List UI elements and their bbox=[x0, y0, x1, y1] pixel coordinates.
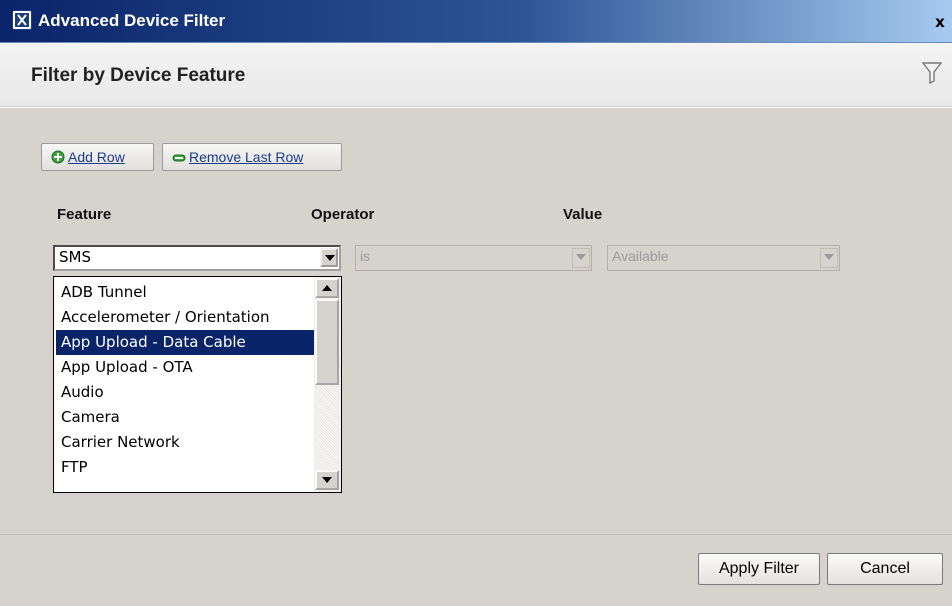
add-icon bbox=[51, 150, 65, 164]
window-title: Advanced Device Filter bbox=[38, 11, 226, 30]
operator-select-value: is bbox=[360, 248, 371, 264]
list-item[interactable]: Carrier Network bbox=[56, 430, 314, 455]
scroll-down-icon[interactable] bbox=[315, 470, 339, 490]
list-item[interactable]: FTP bbox=[56, 455, 314, 480]
value-column-header: Value bbox=[563, 206, 603, 223]
scroll-up-icon[interactable] bbox=[315, 278, 339, 298]
app-logo-icon bbox=[12, 10, 32, 30]
cancel-label: Cancel bbox=[860, 560, 910, 577]
add-row-button[interactable]: Add Row bbox=[41, 143, 154, 171]
dialog-body: Add Row Remove Last Row Feature Operator… bbox=[0, 108, 952, 606]
dropdown-arrow-icon bbox=[820, 248, 838, 268]
feature-select[interactable]: SMS bbox=[53, 245, 341, 271]
add-row-label: Add Row bbox=[68, 149, 125, 165]
list-item[interactable]: App Upload - OTA bbox=[56, 355, 314, 380]
operator-select: is bbox=[355, 245, 592, 271]
list-item[interactable]: Audio bbox=[56, 380, 314, 405]
list-item[interactable]: Camera bbox=[56, 405, 314, 430]
value-select-value: Available bbox=[612, 248, 669, 264]
operator-column-header: Operator bbox=[311, 206, 375, 223]
funnel-icon bbox=[922, 62, 942, 85]
remove-last-row-button[interactable]: Remove Last Row bbox=[162, 143, 342, 171]
feature-column-header: Feature bbox=[57, 206, 112, 223]
title-bar: Advanced Device Filter x bbox=[0, 0, 952, 43]
list-item[interactable]: Accelerometer / Orientation bbox=[56, 305, 314, 330]
apply-filter-button[interactable]: Apply Filter bbox=[698, 553, 820, 585]
list-scrollbar[interactable] bbox=[314, 277, 341, 492]
close-icon[interactable]: x bbox=[932, 14, 948, 30]
dropdown-arrow-icon bbox=[572, 248, 590, 268]
value-select: Available bbox=[607, 245, 840, 271]
list-item-selected[interactable]: App Upload - Data Cable bbox=[56, 330, 314, 355]
header-title: Filter by Device Feature bbox=[31, 65, 246, 86]
apply-filter-label: Apply Filter bbox=[718, 560, 800, 577]
scrollbar-thumb[interactable] bbox=[315, 299, 339, 385]
remove-icon bbox=[172, 154, 186, 162]
footer-divider bbox=[0, 534, 952, 535]
dropdown-arrow-icon[interactable] bbox=[320, 248, 338, 267]
list-item[interactable]: ADB Tunnel bbox=[56, 280, 314, 305]
dialog-header: Filter by Device Feature bbox=[0, 43, 952, 107]
feature-dropdown-list[interactable]: ADB Tunnel Accelerometer / Orientation A… bbox=[53, 276, 342, 493]
remove-last-row-label: Remove Last Row bbox=[189, 149, 304, 165]
cancel-button[interactable]: Cancel bbox=[827, 553, 943, 585]
feature-select-value: SMS bbox=[59, 248, 91, 266]
